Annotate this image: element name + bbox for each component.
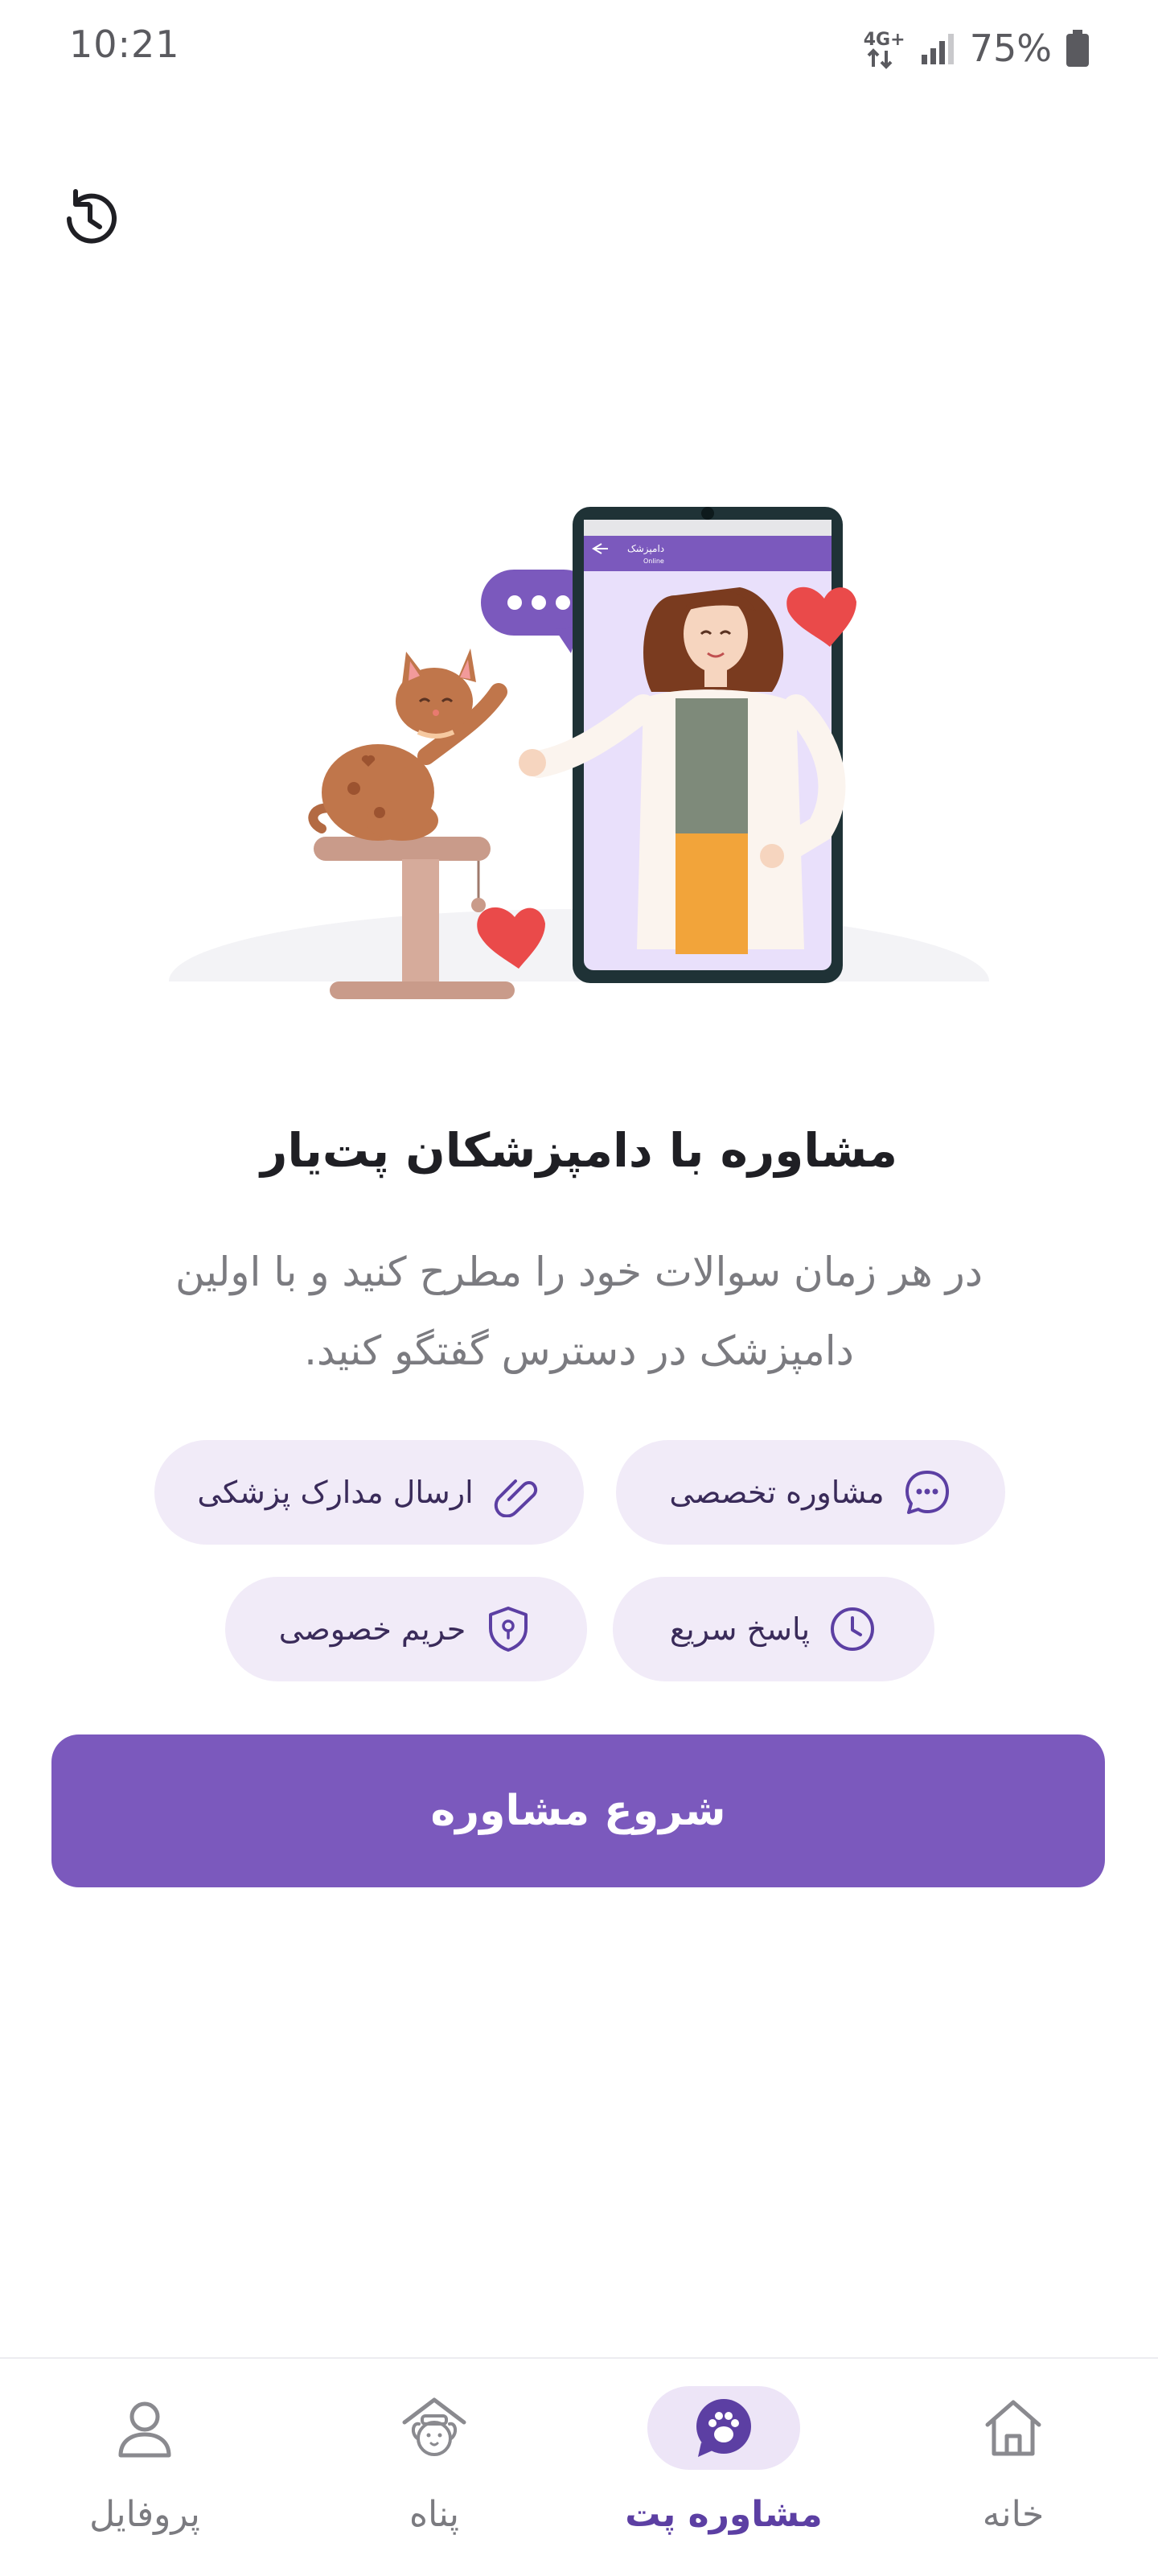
network-indicator: 4G+ bbox=[862, 27, 905, 70]
feature-chip-privacy: حریم خصوصی bbox=[225, 1577, 587, 1681]
page-subtitle: در هر زمان سوالات خود را مطرح کنید و با … bbox=[113, 1232, 1045, 1390]
nav-item-pet-consult[interactable]: مشاوره پت bbox=[579, 2359, 868, 2576]
nav-icon-container bbox=[68, 2386, 221, 2470]
signal-icon bbox=[921, 34, 954, 64]
user-icon bbox=[118, 2401, 171, 2458]
nav-icon-container bbox=[937, 2386, 1090, 2470]
nav-label-pet-consult: مشاوره پت bbox=[625, 2494, 823, 2535]
feature-label-expert-consult: مشاوره تخصصی bbox=[669, 1475, 885, 1510]
attachment-icon bbox=[491, 1467, 541, 1517]
start-consultation-button[interactable]: شروع مشاوره bbox=[51, 1734, 1105, 1887]
status-indicators: 4G+ 75% bbox=[862, 24, 1089, 72]
nav-icon-container-active bbox=[647, 2386, 800, 2470]
nav-item-home[interactable]: خانه bbox=[868, 2359, 1158, 2576]
paw-chat-icon bbox=[696, 2399, 751, 2457]
status-bar: 10:21 4G+ 75% bbox=[0, 0, 1158, 97]
phone-header-title: دامپزشک bbox=[627, 543, 664, 555]
subtitle-line-2: دامپزشک در دسترس گفتگو کنید. bbox=[304, 1327, 854, 1374]
page-title: مشاوره با دامپزشکان پت‌یار bbox=[260, 1123, 897, 1178]
nav-label-home: خانه bbox=[982, 2494, 1045, 2535]
history-icon bbox=[67, 189, 117, 244]
home-icon bbox=[985, 2400, 1041, 2456]
feature-chip-medical-docs: ارسال مدارک پزشکی bbox=[154, 1440, 584, 1545]
chat-bubble-icon bbox=[902, 1467, 952, 1517]
feature-chip-fast-response: پاسخ سریع bbox=[613, 1577, 934, 1681]
nav-item-shelter[interactable]: پناه bbox=[290, 2359, 579, 2576]
nav-label-shelter: پناه bbox=[409, 2494, 459, 2535]
cat bbox=[308, 648, 507, 841]
phone-header-status: Online bbox=[643, 558, 664, 565]
subtitle-line-1: در هر زمان سوالات خود را مطرح کنید و با … bbox=[175, 1249, 983, 1295]
feature-label-fast-response: پاسخ سریع bbox=[669, 1611, 811, 1647]
battery-percent: 75% bbox=[969, 27, 1052, 70]
feature-label-privacy: حریم خصوصی bbox=[278, 1611, 466, 1647]
status-time: 10:21 bbox=[69, 23, 180, 66]
nav-icon-container bbox=[358, 2386, 511, 2470]
nav-item-profile[interactable]: پروفایل bbox=[0, 2359, 290, 2576]
history-button[interactable] bbox=[53, 182, 127, 256]
feature-chip-expert-consult: مشاوره تخصصی bbox=[616, 1440, 1005, 1545]
bottom-navigation: خانه مشاوره پت پناه پروفایل bbox=[0, 2357, 1158, 2576]
battery-icon bbox=[1066, 30, 1089, 67]
network-type: 4G+ bbox=[863, 30, 905, 50]
shield-icon bbox=[483, 1604, 533, 1654]
feature-label-medical-docs: ارسال مدارک پزشکی bbox=[197, 1475, 474, 1510]
vet-consultation-illustration: دامپزشک Online bbox=[161, 507, 997, 1062]
nav-label-profile: پروفایل bbox=[89, 2494, 200, 2535]
shelter-icon bbox=[402, 2397, 466, 2456]
clock-icon bbox=[827, 1604, 877, 1654]
